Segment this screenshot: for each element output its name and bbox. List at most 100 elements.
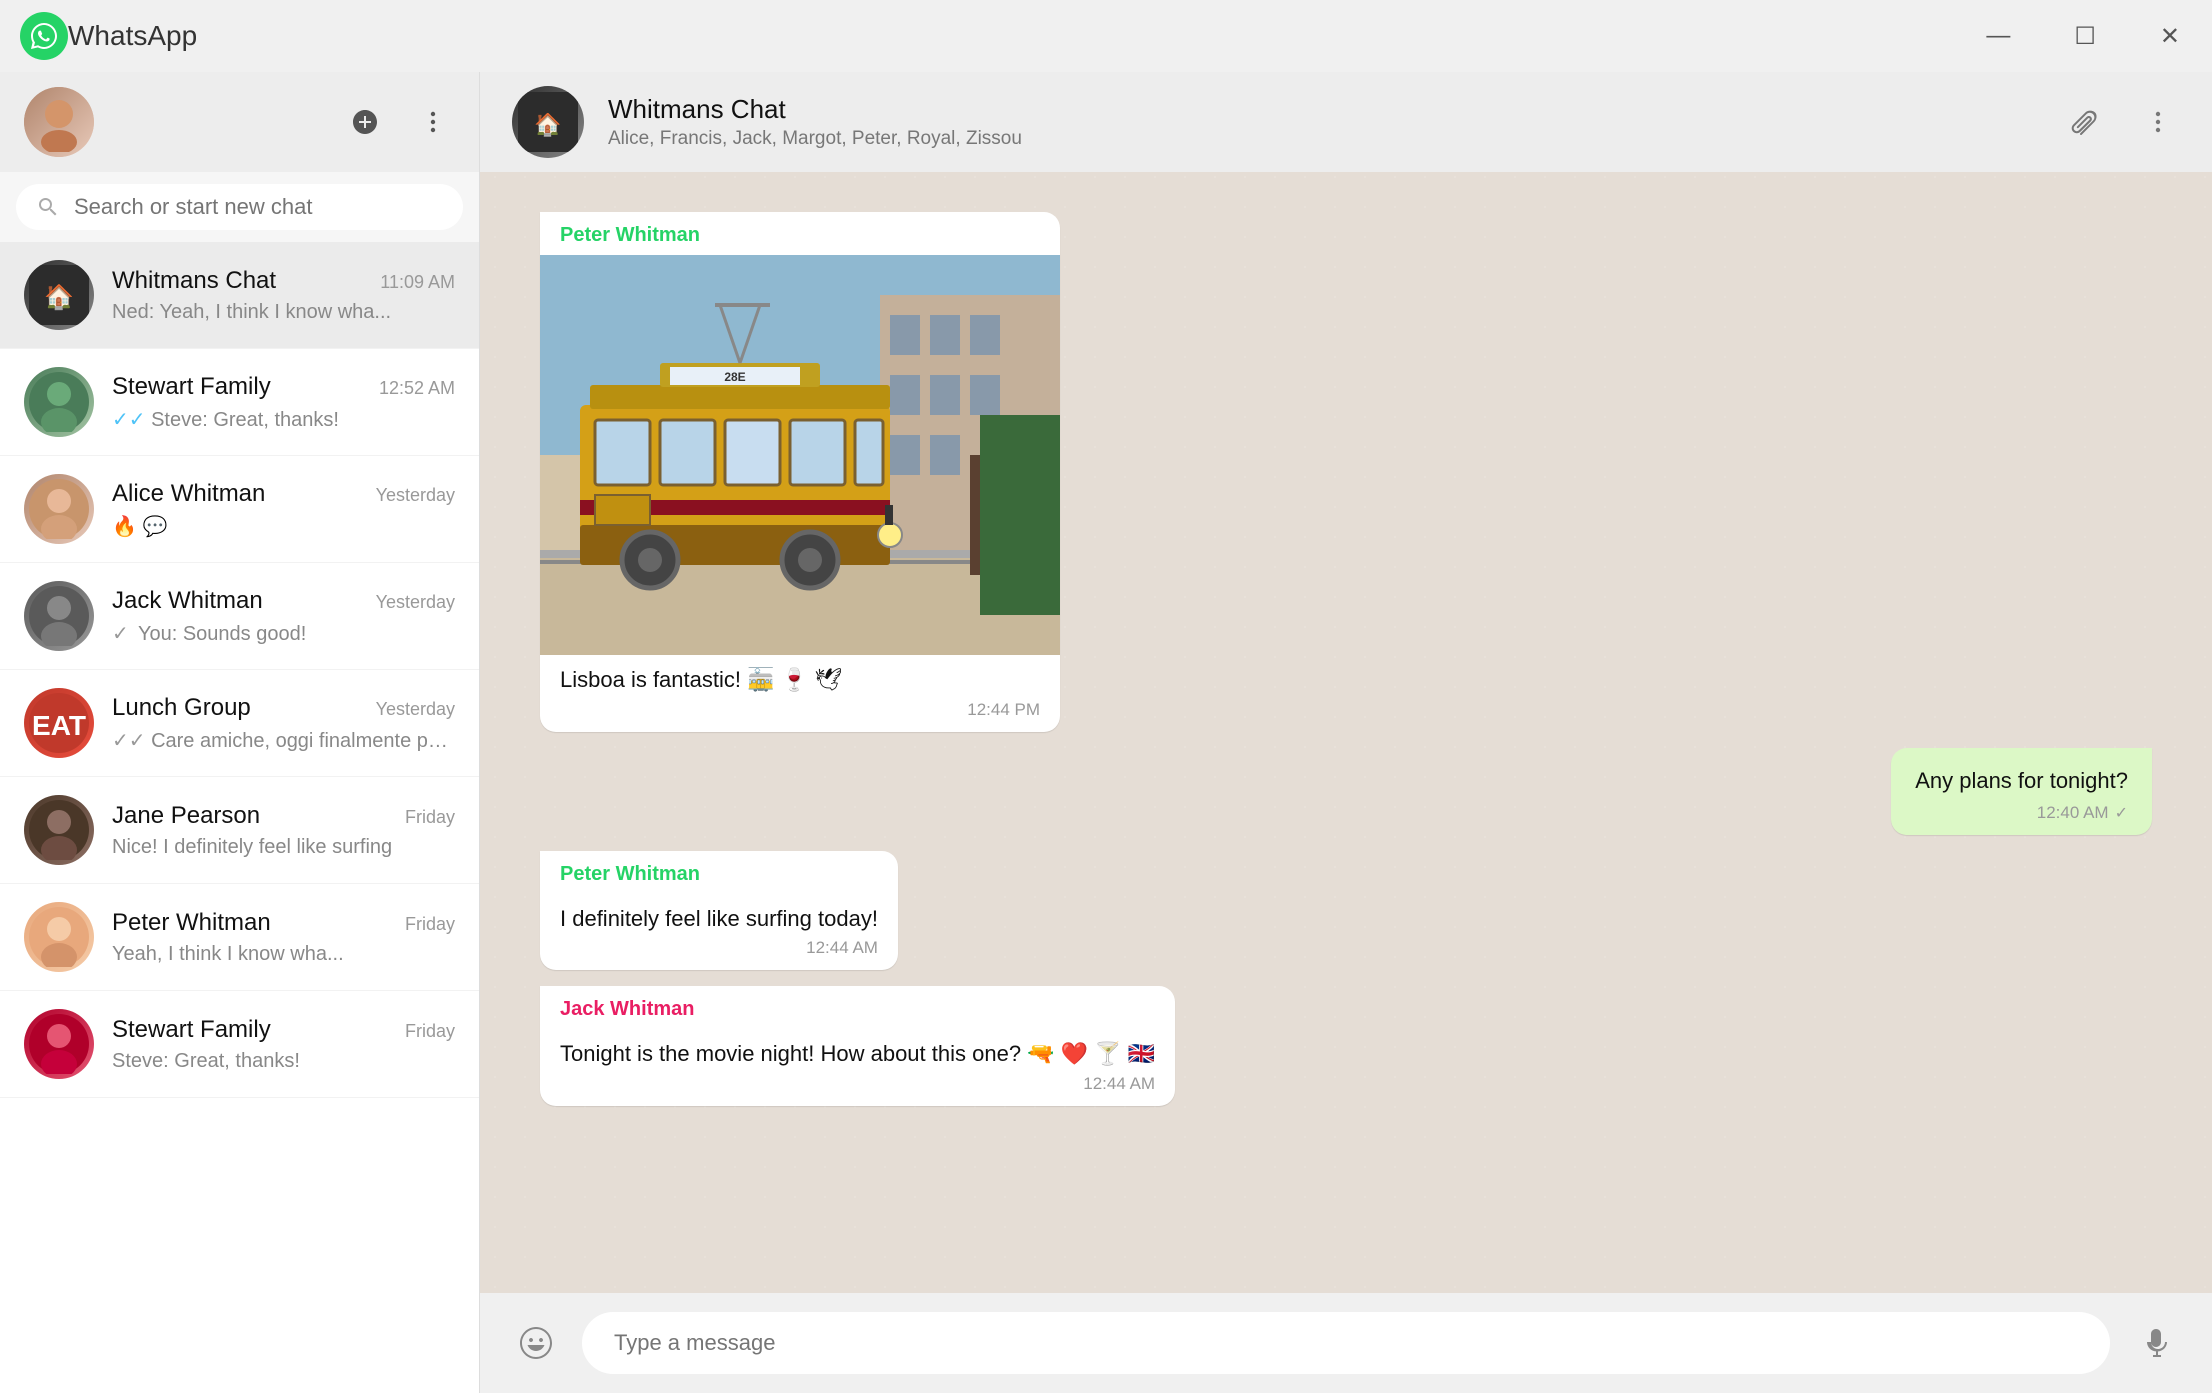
chat-name: Lunch Group — [112, 694, 251, 722]
chat-item-stewart[interactable]: Stewart Family 12:52 AM ✓✓ Steve: Great,… — [0, 349, 479, 456]
close-button[interactable]: ✕ — [2148, 14, 2192, 59]
chat-time: Yesterday — [376, 699, 455, 720]
search-bar — [0, 172, 479, 242]
avatar-whitmans: 🏠 — [24, 260, 94, 330]
more-options-button[interactable] — [411, 100, 455, 144]
sidebar-header — [0, 72, 479, 172]
message-meta: 12:44 AM — [540, 934, 898, 958]
chat-item-whitmans[interactable]: 🏠 Whitmans Chat 11:09 AM Ned: Yeah, I th… — [0, 242, 479, 349]
message-text: Any plans for tonight? — [1915, 766, 2128, 797]
chat-time: Yesterday — [376, 592, 455, 613]
message-4: Jack Whitman Tonight is the movie night!… — [540, 986, 1175, 1106]
svg-text:🏠: 🏠 — [534, 112, 561, 137]
chat-item-peter[interactable]: Peter Whitman Friday Yeah, I think I kno… — [0, 884, 479, 991]
chat-header-name: Whitmans Chat — [608, 94, 2036, 125]
message-1: Peter Whitman — [540, 212, 1060, 732]
app-title: WhatsApp — [68, 20, 1974, 52]
avatar-peter — [24, 902, 94, 972]
chat-header: 🏠 Whitmans Chat Alice, Francis, Jack, Ma… — [480, 72, 2212, 172]
svg-text:EAT: EAT — [32, 710, 86, 741]
chat-info-whitmans: Whitmans Chat 11:09 AM Ned: Yeah, I thin… — [112, 267, 455, 324]
chat-info-jane: Jane Pearson Friday Nice! I definitely f… — [112, 802, 455, 859]
titlebar: WhatsApp — ☐ ✕ — [0, 0, 2212, 72]
chat-preview: 🔥 💬 — [112, 514, 452, 539]
chat-header-actions — [2060, 98, 2180, 146]
avatar-lunch: EAT — [24, 688, 94, 758]
chat-info-alice: Alice Whitman Yesterday 🔥 💬 — [112, 480, 455, 539]
chat-name: Jane Pearson — [112, 802, 260, 830]
chat-list: 🏠 Whitmans Chat 11:09 AM Ned: Yeah, I th… — [0, 242, 479, 1393]
chat-time: Yesterday — [376, 485, 455, 506]
maximize-button[interactable]: ☐ — [2062, 14, 2108, 59]
chat-info-peter: Peter Whitman Friday Yeah, I think I kno… — [112, 909, 455, 966]
minimize-button[interactable]: — — [1974, 14, 2022, 58]
message-3: Peter Whitman I definitely feel like sur… — [540, 851, 898, 971]
sidebar-actions — [114, 100, 455, 144]
chat-time: Friday — [405, 807, 455, 828]
message-meta: 12:44 PM — [540, 696, 1060, 720]
my-avatar[interactable] — [24, 87, 94, 157]
chat-preview: ✓✓ Care amiche, oggi finalmente posso — [112, 728, 452, 753]
main-layout: 🏠 Whitmans Chat 11:09 AM Ned: Yeah, I th… — [0, 72, 2212, 1393]
chat-preview: Steve: Great, thanks! — [112, 1050, 452, 1073]
chat-item-jane[interactable]: Jane Pearson Friday Nice! I definitely f… — [0, 777, 479, 884]
avatar-stewart2 — [24, 1009, 94, 1079]
chat-name: Peter Whitman — [112, 909, 271, 937]
chat-item-jack[interactable]: Jack Whitman Yesterday ✓ You: Sounds goo… — [0, 563, 479, 670]
chat-preview: Yeah, I think I know wha... — [112, 943, 452, 966]
search-input[interactable] — [74, 194, 443, 220]
chat-name: Stewart Family — [112, 373, 271, 401]
chat-info-stewart2: Stewart Family Friday Steve: Great, than… — [112, 1016, 455, 1073]
sidebar: 🏠 Whitmans Chat 11:09 AM Ned: Yeah, I th… — [0, 72, 480, 1393]
chat-header-avatar[interactable]: 🏠 — [512, 86, 584, 158]
new-chat-button[interactable] — [343, 100, 387, 144]
messages-area: Peter Whitman — [480, 172, 2212, 1293]
message-text: Tonight is the movie night! How about th… — [540, 1029, 1175, 1070]
chat-more-options-button[interactable] — [2136, 98, 2180, 146]
window-controls: — ☐ ✕ — [1974, 14, 2192, 59]
message-input[interactable] — [582, 1312, 2110, 1374]
chat-info-jack: Jack Whitman Yesterday ✓ You: Sounds goo… — [112, 587, 455, 646]
avatar-jane — [24, 795, 94, 865]
chat-name: Stewart Family — [112, 1016, 271, 1044]
chat-header-info: Whitmans Chat Alice, Francis, Jack, Marg… — [608, 94, 2036, 150]
app-logo — [20, 12, 68, 60]
voice-button[interactable] — [2130, 1317, 2182, 1369]
message-text: Lisboa is fantastic! 🚋 🍷 🕊 — [540, 655, 1060, 696]
search-icon — [36, 195, 60, 219]
chat-time: Friday — [405, 1021, 455, 1042]
chat-preview: Nice! I definitely feel like surfing — [112, 836, 452, 859]
chat-name: Alice Whitman — [112, 480, 265, 508]
chat-item-lunch[interactable]: EAT Lunch Group Yesterday ✓✓ Care amiche… — [0, 670, 479, 777]
svg-text:28E: 28E — [724, 370, 745, 384]
avatar-jack — [24, 581, 94, 651]
chat-area: 🏠 Whitmans Chat Alice, Francis, Jack, Ma… — [480, 72, 2212, 1393]
attach-button[interactable] — [2060, 98, 2108, 146]
chat-info-lunch: Lunch Group Yesterday ✓✓ Care amiche, og… — [112, 694, 455, 753]
chat-preview: Ned: Yeah, I think I know wha... — [112, 301, 452, 324]
message-sender: Jack Whitman — [540, 986, 1175, 1029]
chat-time: Friday — [405, 914, 455, 935]
message-meta: 12:44 AM — [540, 1070, 1175, 1094]
svg-text:🏠: 🏠 — [44, 284, 74, 311]
chat-info-stewart: Stewart Family 12:52 AM ✓✓ Steve: Great,… — [112, 373, 455, 432]
message-meta: 12:40 AM ✓ — [1915, 803, 2128, 823]
tick-icon: ✓ — [2115, 803, 2128, 823]
message-text: I definitely feel like surfing today! — [540, 894, 898, 935]
avatar-alice — [24, 474, 94, 544]
message-image: 28E — [540, 255, 1060, 655]
chat-preview: ✓ You: Sounds good! — [112, 621, 452, 646]
message-2: Any plans for tonight? 12:40 AM ✓ — [1891, 748, 2152, 835]
search-inner — [16, 184, 463, 230]
chat-time: 12:52 AM — [379, 378, 455, 399]
chat-item-stewart2[interactable]: Stewart Family Friday Steve: Great, than… — [0, 991, 479, 1098]
emoji-button[interactable] — [510, 1317, 562, 1369]
chat-name: Whitmans Chat — [112, 267, 276, 295]
input-area — [480, 1293, 2212, 1393]
avatar-stewart — [24, 367, 94, 437]
chat-header-members: Alice, Francis, Jack, Margot, Peter, Roy… — [608, 128, 2036, 150]
chat-preview: ✓✓ Steve: Great, thanks! — [112, 407, 452, 432]
message-sender: Peter Whitman — [540, 851, 898, 894]
chat-item-alice[interactable]: Alice Whitman Yesterday 🔥 💬 — [0, 456, 479, 563]
chat-name: Jack Whitman — [112, 587, 263, 615]
